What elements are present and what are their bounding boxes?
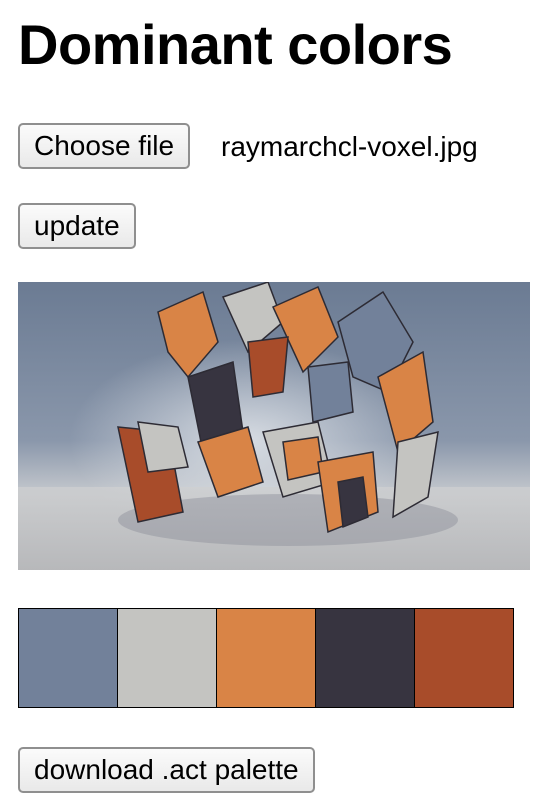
- choose-file-button[interactable]: Choose file: [18, 123, 191, 169]
- download-palette-button[interactable]: download .act palette: [18, 747, 315, 793]
- palette-swatch: [216, 608, 316, 708]
- palette-swatches: [18, 608, 518, 708]
- page-title: Dominant colors: [18, 13, 453, 76]
- palette-swatch: [117, 608, 217, 708]
- preview-image: [18, 282, 530, 570]
- palette-swatch: [315, 608, 415, 708]
- palette-swatch: [414, 608, 514, 708]
- update-button[interactable]: update: [18, 203, 136, 249]
- selected-file-name: raymarchcl-voxel.jpg: [221, 131, 478, 162]
- palette-swatch: [18, 608, 118, 708]
